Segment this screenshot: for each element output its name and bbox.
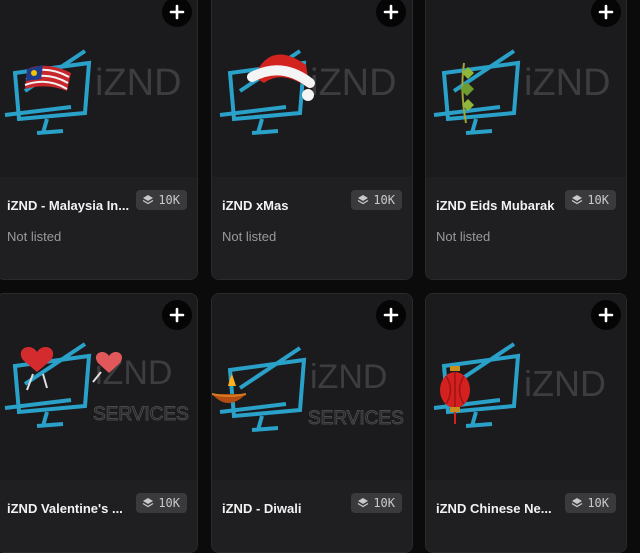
logo-subtext: SERVICES	[308, 408, 404, 429]
layers-icon	[357, 195, 369, 205]
plus-icon	[169, 307, 185, 323]
card-meta: iZND Chinese Ne... 10K	[426, 480, 626, 552]
node-count: 10K	[158, 496, 180, 510]
project-card[interactable]: iZND SERVICES iZND - Diwali 10K	[211, 293, 413, 553]
logo-text: iZND	[524, 363, 606, 404]
node-count: 10K	[158, 193, 180, 207]
layers-icon	[357, 498, 369, 508]
card-meta: iZND xMas 10K Not listed	[212, 177, 412, 279]
project-card[interactable]: iZND iZND Chinese Ne... 10K	[425, 293, 627, 553]
node-count: 10K	[587, 496, 609, 510]
logo-text: iZND	[310, 358, 387, 396]
plus-icon	[383, 4, 399, 20]
node-count: 10K	[373, 193, 395, 207]
logo-text: iZND	[310, 62, 397, 104]
node-count: 10K	[373, 496, 395, 510]
logo-text: iZND	[95, 62, 182, 104]
visibility-status: Not listed	[7, 229, 62, 244]
add-button[interactable]	[376, 300, 406, 330]
card-meta: iZND Valentine's ... 10K	[0, 480, 197, 552]
izdn-logo-icon: iZND	[219, 49, 397, 135]
layers-icon	[571, 195, 583, 205]
thumbnail[interactable]: iZND	[0, 0, 197, 177]
card-title[interactable]: iZND Chinese Ne...	[436, 501, 564, 516]
card-title[interactable]: iZND - Malaysia In...	[7, 198, 135, 213]
project-grid: iZND iZND - Malaysia In... 10K Not liste…	[0, 0, 640, 553]
card-title[interactable]: iZND Valentine's ...	[7, 501, 135, 516]
card-meta: iZND Eids Mubarak 10K Not listed	[426, 177, 626, 279]
ketupat-icon	[460, 62, 474, 124]
plus-icon	[598, 4, 614, 20]
card-title[interactable]: iZND - Diwali	[222, 501, 350, 516]
plus-icon	[598, 307, 614, 323]
node-count-badge: 10K	[565, 190, 616, 210]
visibility-status: Not listed	[222, 229, 277, 244]
layers-icon	[571, 498, 583, 508]
card-title[interactable]: iZND xMas	[222, 198, 350, 213]
node-count-badge: 10K	[351, 190, 402, 210]
add-button[interactable]	[162, 300, 192, 330]
izdn-logo-icon: iZND	[433, 49, 611, 135]
card-meta: iZND - Malaysia In... 10K Not listed	[0, 177, 197, 279]
logo-text: iZND	[524, 62, 611, 104]
node-count-badge: 10K	[351, 493, 402, 513]
node-count-badge: 10K	[565, 493, 616, 513]
card-title[interactable]: iZND Eids Mubarak	[436, 198, 564, 213]
card-meta: iZND - Diwali 10K	[212, 480, 412, 552]
project-card[interactable]: iZND iZND Eids Mubarak 10K Not listed	[425, 0, 627, 280]
flag-icon	[24, 65, 71, 91]
plus-icon	[169, 4, 185, 20]
logo-subtext: SERVICES	[93, 404, 189, 425]
node-count-badge: 10K	[136, 493, 187, 513]
thumbnail[interactable]: iZND	[212, 0, 412, 177]
node-count-badge: 10K	[136, 190, 187, 210]
layers-icon	[142, 498, 154, 508]
add-button[interactable]	[591, 300, 621, 330]
project-card[interactable]: iZND SERVICES iZND Valentine's ... 10K	[0, 293, 198, 553]
thumbnail[interactable]: iZND	[426, 0, 626, 177]
izdn-logo-icon: iZND	[4, 49, 182, 135]
node-count: 10K	[587, 193, 609, 207]
project-card[interactable]: iZND iZND xMas 10K Not listed	[211, 0, 413, 280]
plus-icon	[383, 307, 399, 323]
layers-icon	[142, 195, 154, 205]
visibility-status: Not listed	[436, 229, 491, 244]
project-card[interactable]: iZND iZND - Malaysia In... 10K Not liste…	[0, 0, 198, 280]
